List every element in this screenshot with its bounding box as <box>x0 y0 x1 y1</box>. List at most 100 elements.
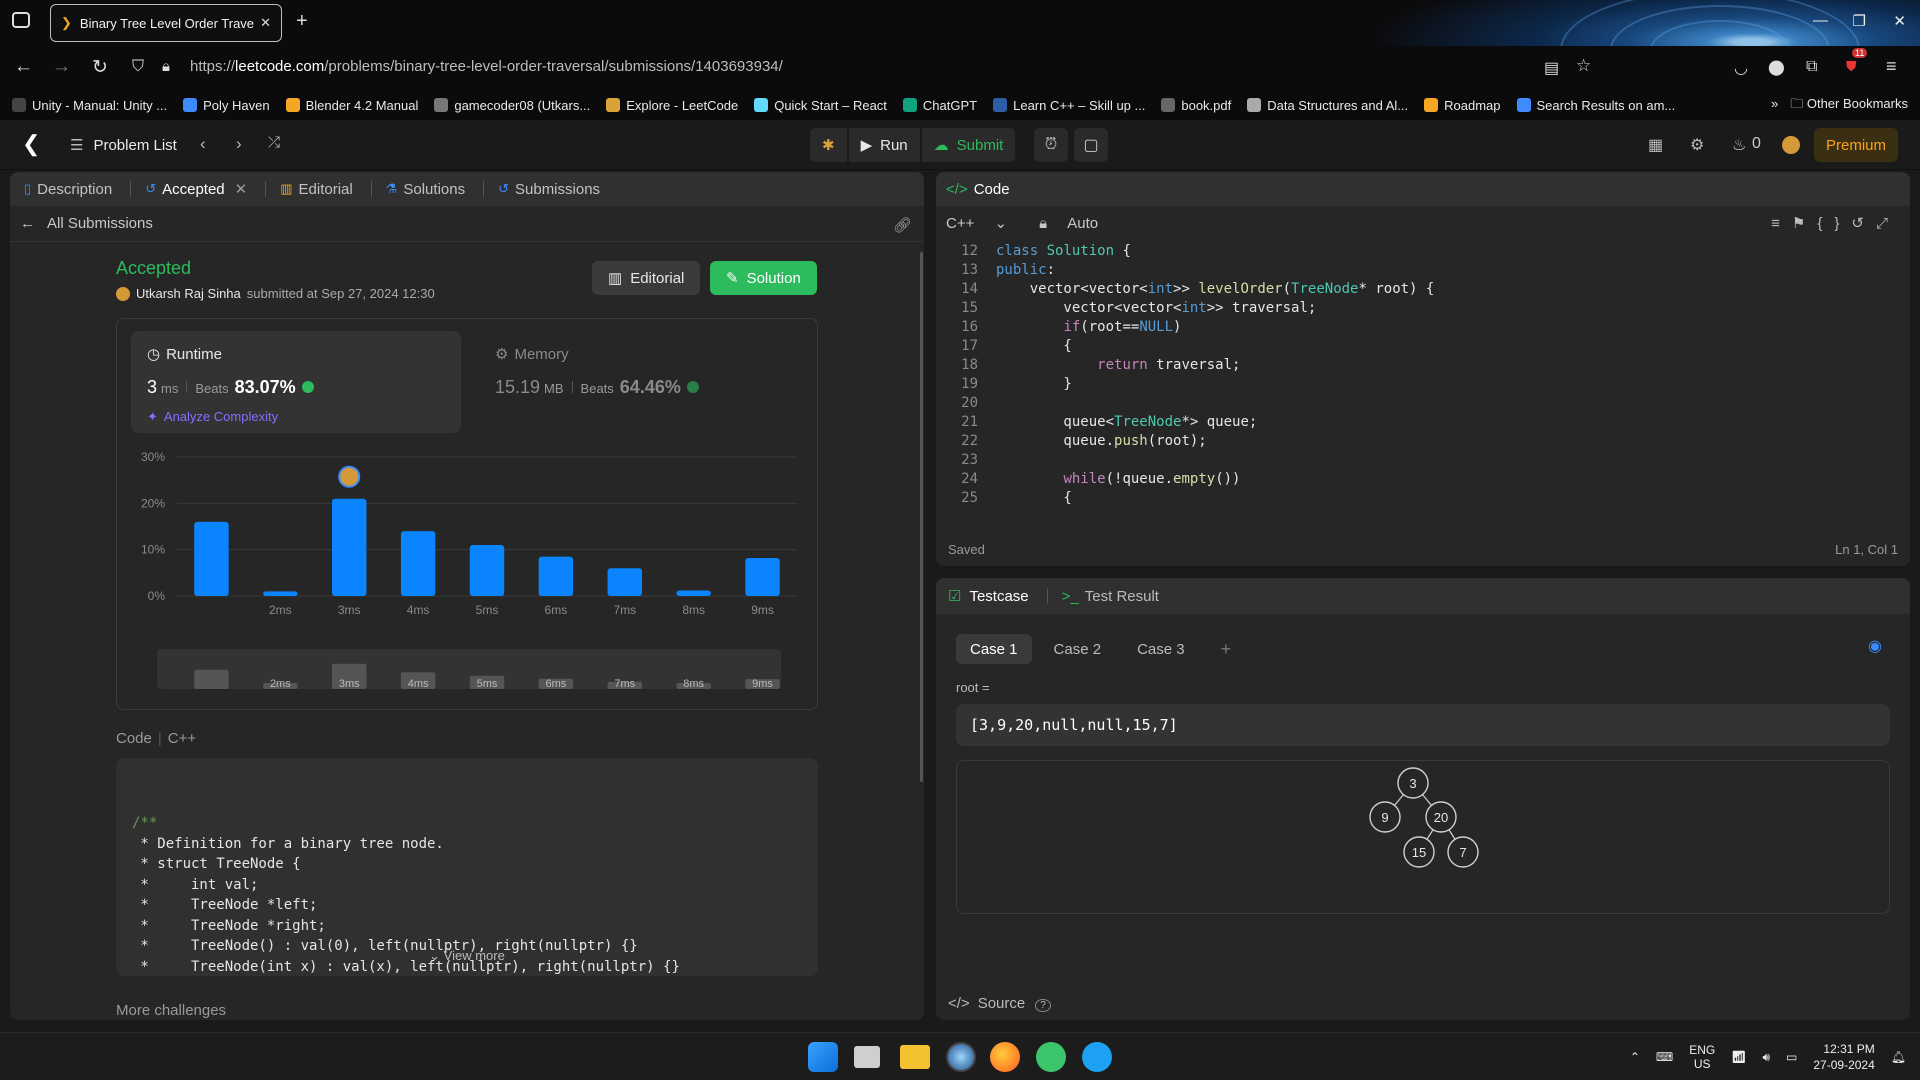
close-window-button[interactable]: ✕ <box>1893 12 1906 30</box>
chevrons-icon[interactable]: » <box>1771 96 1778 111</box>
bookmark-item[interactable]: Learn C++ – Skill up ... <box>993 98 1145 113</box>
back-icon[interactable]: ← <box>14 56 33 78</box>
close-tab-icon[interactable]: ✕ <box>260 15 271 31</box>
tab-submissions[interactable]: ↺ Submissions <box>498 181 600 198</box>
view-more-button[interactable]: ⌄ View more <box>116 946 818 967</box>
firefox-nightly-icon[interactable] <box>946 1042 976 1072</box>
reader-view-icon[interactable]: ▤ <box>1544 58 1559 78</box>
notification-icon[interactable]: 🔔︎ <box>1891 1050 1906 1064</box>
streak-fire-icon[interactable]: ♨ <box>1732 135 1746 155</box>
battery-icon[interactable]: ▭ <box>1786 1050 1797 1064</box>
chart-bar[interactable] <box>263 591 298 596</box>
tab-solutions[interactable]: ⚗ Solutions <box>386 181 465 198</box>
tab-editorial[interactable]: ▥ Editorial <box>280 181 353 198</box>
runtime-card[interactable]: ◷ Runtime 3 ms Beats 83.07% ✦ Analyze Comp… <box>131 331 461 433</box>
minimize-button[interactable]: — <box>1813 12 1828 29</box>
run-button[interactable]: ▶ Run <box>848 128 920 162</box>
bookmark-item[interactable]: Unity - Manual: Unity ... <box>12 98 167 113</box>
clock[interactable]: 12:31 PM 27-09-2024 <box>1813 1041 1874 1073</box>
bookmark-item[interactable]: Blender 4.2 Manual <box>285 98 418 113</box>
maximize-button[interactable]: ❐ <box>1853 12 1866 30</box>
shuffle-icon[interactable]: ⤮ <box>268 134 280 151</box>
help-icon[interactable]: ? <box>1035 999 1051 1012</box>
shield-icon[interactable]: ⛉ <box>132 58 144 76</box>
browser-tab-active[interactable]: ❯ Binary Tree Level Order Traver ✕ <box>50 4 282 42</box>
editorial-button[interactable]: ▥ Editorial <box>592 261 701 295</box>
firefox-icon[interactable] <box>990 1042 1020 1072</box>
auto-mode[interactable]: 🔒︎ Auto <box>1039 215 1114 232</box>
language-select[interactable]: C++ ⌄ <box>946 214 1023 232</box>
app-icon[interactable] <box>1082 1042 1112 1072</box>
bookmark-icon[interactable]: ⚑ <box>1792 215 1817 232</box>
case-tab-2[interactable]: Case 2 <box>1040 634 1116 664</box>
expand-icon[interactable]: ⤢ <box>1876 215 1900 232</box>
ublock-icon[interactable]: ⛊ <box>1846 58 1857 75</box>
case-tab-3[interactable]: Case 3 <box>1123 634 1199 664</box>
eye-icon[interactable]: ◉ <box>1868 636 1882 656</box>
braces-icon[interactable]: {} <box>1817 215 1851 232</box>
tab-test-result[interactable]: >_ Test Result <box>1062 588 1159 605</box>
chevron-up-icon[interactable]: ⌃ <box>1630 1050 1640 1064</box>
extensions-icon[interactable]: ⧉ <box>1806 58 1817 76</box>
bookmark-item[interactable]: Roadmap <box>1424 98 1501 113</box>
account-icon[interactable]: ⬤ <box>1768 58 1785 76</box>
bookmark-item[interactable]: Explore - LeetCode <box>606 98 738 113</box>
task-view-icon[interactable] <box>854 1046 880 1068</box>
file-explorer-icon[interactable] <box>900 1045 930 1069</box>
chart-bar[interactable] <box>607 568 642 596</box>
url-bar[interactable]: https://leetcode.com/problems/binary-tre… <box>190 58 783 75</box>
bookmark-item[interactable]: ChatGPT <box>902 98 977 113</box>
runtime-distribution-chart[interactable]: 30% 20% 10% 0% 2ms 3ms 4ms 5ms 6ms 7ms 8ms 9ms 2ms 3m… <box>117 439 817 709</box>
testcase-input[interactable]: [3,9,20,null,null,15,7] <box>956 704 1890 746</box>
settings-gear-icon[interactable]: ⚙ <box>1690 135 1704 155</box>
tab-accepted[interactable]: ↺ Accepted ✕ <box>145 180 248 199</box>
chart-bar[interactable] <box>332 498 367 596</box>
bookmark-item[interactable]: gamecoder08 (Utkars... <box>434 98 590 113</box>
lock-icon[interactable]: 🔒︎ <box>162 58 170 75</box>
bookmark-item[interactable]: Search Results on am... <box>1516 98 1675 113</box>
bookmark-item[interactable]: book.pdf <box>1161 98 1231 113</box>
language-indicator[interactable]: ENG US <box>1689 1043 1715 1071</box>
next-problem-icon[interactable]: › <box>236 134 242 154</box>
close-tab-icon[interactable]: ✕ <box>235 180 248 198</box>
layout-icon[interactable]: ▦ <box>1648 135 1663 155</box>
premium-button[interactable]: Premium <box>1813 128 1898 162</box>
prev-problem-icon[interactable]: ‹ <box>200 134 206 154</box>
wifi-icon[interactable]: 📶︎ <box>1731 1050 1746 1064</box>
add-case-button[interactable]: + <box>1207 634 1246 664</box>
forward-icon[interactable]: → <box>52 56 71 78</box>
debug-button[interactable]: ✱ <box>810 128 847 162</box>
new-tab-button[interactable]: + <box>296 10 308 33</box>
start-windows-icon[interactable] <box>808 1042 838 1072</box>
bookmark-star-icon[interactable]: ☆ <box>1576 56 1591 76</box>
source-button[interactable]: </> Source? <box>948 995 1051 1012</box>
analyze-complexity-link[interactable]: ✦ Analyze Complexity <box>147 409 278 425</box>
volume-icon[interactable]: 🔊︎ <box>1762 1050 1770 1065</box>
user-marker-avatar[interactable] <box>338 465 361 488</box>
tab-description[interactable]: ▯ Description <box>24 181 112 198</box>
other-bookmarks[interactable]: » 🗀︎ Other Bookmarks <box>1771 95 1908 117</box>
chart-bar[interactable] <box>400 531 436 596</box>
chart-bar[interactable] <box>745 558 780 596</box>
share-link-icon[interactable]: 🔗︎ <box>893 216 912 234</box>
chart-bar[interactable] <box>676 590 711 596</box>
chart-bar[interactable] <box>194 521 229 596</box>
scrollbar[interactable] <box>920 252 923 782</box>
author-name[interactable]: Utkarsh Raj Sinha <box>136 286 241 301</box>
bookmark-item[interactable]: Poly Haven <box>183 98 270 113</box>
timer-button[interactable]: ⏰︎ <box>1034 128 1068 162</box>
bookmark-item[interactable]: Data Structures and Al... <box>1247 98 1408 113</box>
chart-bar[interactable] <box>538 556 574 596</box>
format-icon[interactable]: ≡ <box>1771 215 1792 232</box>
app-icon[interactable] <box>1036 1042 1066 1072</box>
reset-icon[interactable]: ↺ <box>1851 215 1876 232</box>
sidebar-toggle-button[interactable] <box>12 12 30 28</box>
memory-card[interactable]: ⚙ Memory 15.19 MB Beats 64.46% <box>479 331 799 433</box>
reload-icon[interactable]: ↻ <box>92 56 108 79</box>
bookmark-item[interactable]: Quick Start – React <box>754 98 887 113</box>
notes-button[interactable]: ▢ <box>1074 128 1108 162</box>
submitted-code-preview[interactable]: /** * Definition for a binary tree node.… <box>116 758 818 976</box>
user-avatar[interactable] <box>1782 136 1800 154</box>
case-tab-1[interactable]: Case 1 <box>956 634 1032 664</box>
code-editor[interactable]: 12 class Solution {13 public: 14 vector<vec… <box>936 240 1910 532</box>
